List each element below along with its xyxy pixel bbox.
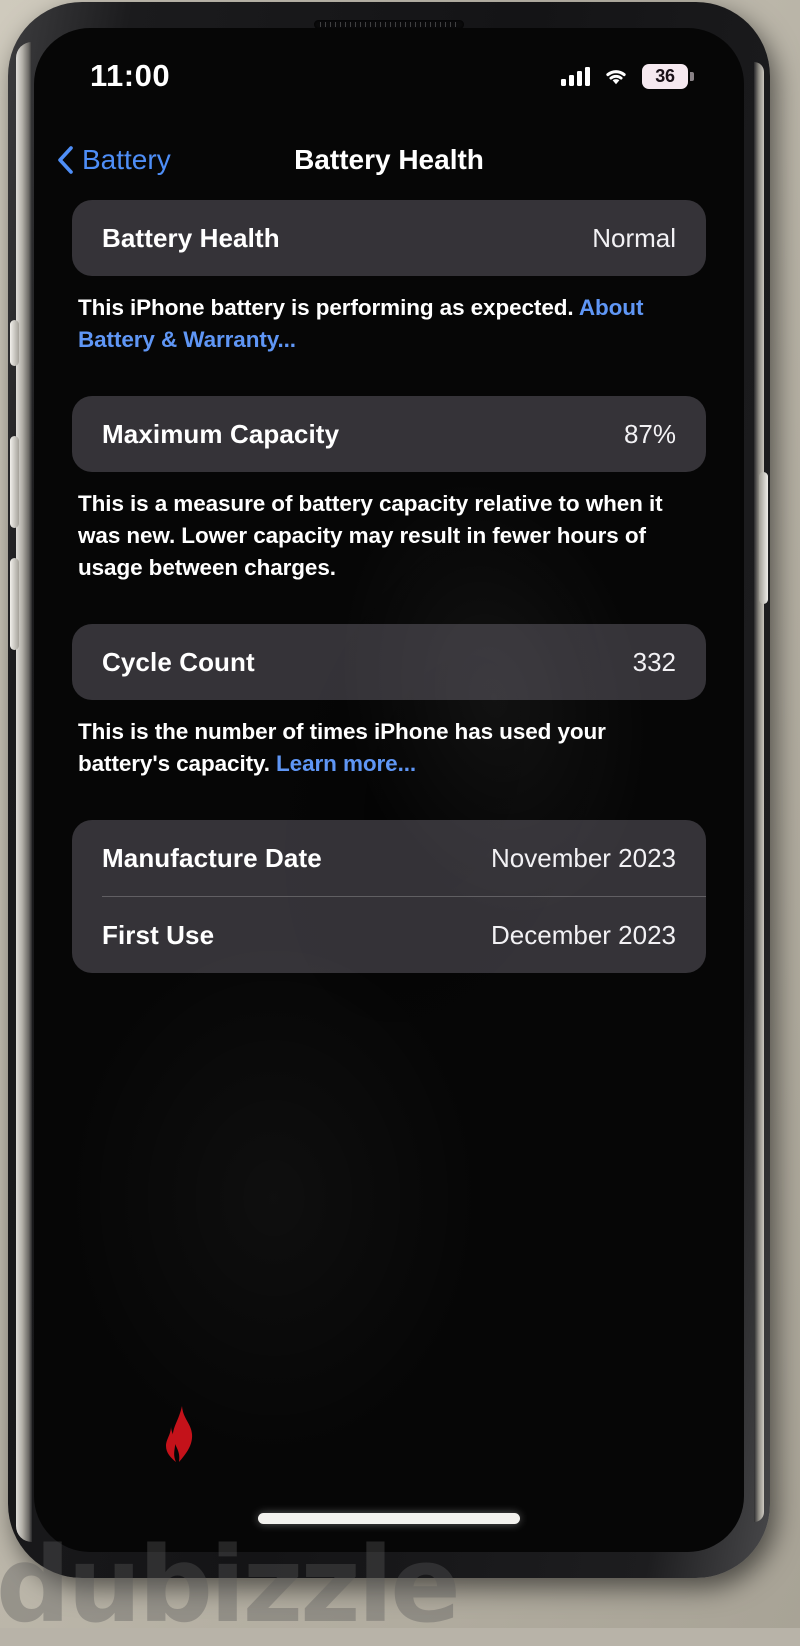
maximum-capacity-row[interactable]: Maximum Capacity 87%: [72, 396, 706, 472]
navigation-bar: Battery Battery Health: [34, 124, 744, 196]
settings-content: Battery Health Normal This iPhone batter…: [34, 200, 744, 973]
mute-switch[interactable]: [10, 320, 19, 366]
manufacture-date-value: November 2023: [491, 842, 676, 873]
status-indicators: 36: [561, 63, 694, 89]
cellular-bars-icon: [561, 66, 590, 86]
flame-logo-icon: [166, 1406, 193, 1462]
photo-background: 11:00 36 Battery Battery Health Battery …: [0, 0, 800, 1646]
battery-health-row[interactable]: Battery Health Normal: [72, 200, 706, 276]
back-button[interactable]: Battery: [56, 144, 171, 176]
chevron-left-icon: [58, 146, 73, 174]
cycle-count-card: Cycle Count 332: [72, 624, 706, 700]
battery-health-value: Normal: [592, 222, 676, 253]
power-button[interactable]: [759, 472, 768, 604]
phone-left-rail: [16, 42, 32, 1542]
page-title: Battery Health: [294, 144, 484, 175]
battery-health-label: Battery Health: [102, 222, 280, 253]
battery-health-footnote: This iPhone battery is performing as exp…: [78, 292, 700, 356]
home-indicator[interactable]: [258, 1513, 520, 1524]
battery-health-card: Battery Health Normal: [72, 200, 706, 276]
first-use-label: First Use: [102, 919, 215, 950]
cycle-count-footnote: This is the number of times iPhone has u…: [78, 716, 700, 780]
phone-screen: 11:00 36 Battery Battery Health Battery …: [34, 28, 744, 1552]
cycle-count-row[interactable]: Cycle Count 332: [72, 624, 706, 700]
first-use-row: First Use December 2023: [72, 897, 706, 973]
phone-right-rail: [754, 62, 764, 1522]
battery-icon: 36: [642, 63, 694, 89]
wifi-icon: [606, 70, 626, 85]
status-clock: 11:00: [90, 58, 171, 93]
maximum-capacity-label: Maximum Capacity: [102, 418, 340, 449]
phone-device: 11:00 36 Battery Battery Health Battery …: [8, 2, 770, 1578]
first-use-value: December 2023: [491, 919, 676, 950]
volume-up-button[interactable]: [10, 436, 19, 528]
status-bar: 11:00 36: [34, 28, 744, 124]
manufacture-date-row: Manufacture Date November 2023: [72, 820, 706, 896]
battery-dates-card: Manufacture Date November 2023 First Use…: [72, 820, 706, 973]
maximum-capacity-value: 87%: [623, 418, 676, 449]
learn-more-link[interactable]: Learn more...: [276, 751, 416, 776]
maximum-capacity-card: Maximum Capacity 87%: [72, 396, 706, 472]
battery-percent-label: 36: [655, 65, 675, 86]
maximum-capacity-footnote: This is a measure of battery capacity re…: [78, 491, 663, 580]
manufacture-date-label: Manufacture Date: [102, 842, 322, 873]
volume-down-button[interactable]: [10, 558, 19, 650]
back-button-label: Battery: [82, 144, 171, 175]
cycle-count-value: 332: [632, 646, 676, 677]
cycle-count-label: Cycle Count: [102, 646, 255, 677]
battery-health-footnote-text: This iPhone battery is performing as exp…: [78, 295, 579, 320]
